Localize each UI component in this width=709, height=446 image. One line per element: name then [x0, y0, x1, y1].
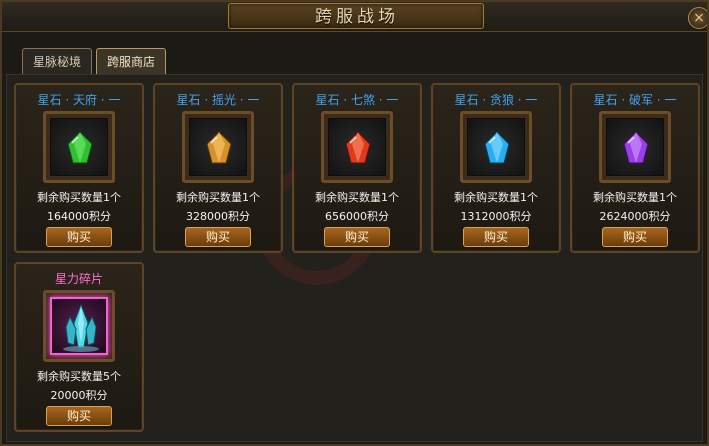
blue-gem-icon [484, 131, 510, 164]
shop-item-card: 星石 · 天府 · 一 剩余购买数量1个 164000积分 购买 [14, 83, 144, 253]
shop-item-card: 星力碎片 剩余购买数量5个 20000积分 购买 [14, 262, 144, 432]
item-icon-frame[interactable] [599, 111, 671, 183]
shop-item-card: 星石 · 破军 · 一 剩余购买数量1个 2624000积分 购买 [570, 83, 700, 253]
item-price: 164000积分 [47, 210, 111, 223]
tab-cross-server-shop[interactable]: 跨服商店 [96, 48, 166, 74]
buy-button[interactable]: 购买 [463, 227, 529, 247]
close-icon: × [693, 10, 705, 26]
item-name: 星力碎片 [54, 272, 103, 286]
buy-button[interactable]: 购买 [185, 227, 251, 247]
green-gem-icon [67, 131, 93, 164]
crystal-fragment-icon [63, 303, 99, 352]
shop-item-card: 星石 · 贪狼 · 一 剩余购买数量1个 1312000积分 购买 [431, 83, 561, 253]
title-bar: 跨服战场 × [2, 2, 707, 32]
item-price: 20000积分 [50, 389, 108, 402]
buy-button[interactable]: 购买 [602, 227, 668, 247]
buy-button[interactable]: 购买 [46, 406, 112, 426]
buy-button[interactable]: 购买 [46, 227, 112, 247]
item-price: 656000积分 [325, 210, 389, 223]
shop-item-card: 星石 · 七煞 · 一 剩余购买数量1个 656000积分 购买 [292, 83, 422, 253]
item-icon-frame[interactable] [460, 111, 532, 183]
buy-button[interactable]: 购买 [324, 227, 390, 247]
item-name: 星石 · 摇光 · 一 [176, 93, 260, 107]
item-price: 328000积分 [186, 210, 250, 223]
purple-gem-icon [623, 131, 649, 164]
red-gem-icon [345, 131, 371, 164]
shop-item-card: 星石 · 摇光 · 一 剩余购买数量1个 328000积分 购买 [153, 83, 283, 253]
remaining-quantity: 剩余购买数量1个 [37, 191, 121, 204]
remaining-quantity: 剩余购买数量1个 [176, 191, 260, 204]
orange-gem-icon [206, 131, 232, 164]
shop-content-panel: 星石 · 天府 · 一 剩余购买数量1个 164000积分 购买 星石 · 摇光… [6, 74, 703, 442]
window-title: 跨服战场 [315, 7, 399, 27]
remaining-quantity: 剩余购买数量1个 [315, 191, 399, 204]
title-plaque: 跨服战场 [228, 3, 484, 29]
item-icon-frame[interactable] [43, 290, 115, 362]
remaining-quantity: 剩余购买数量1个 [454, 191, 538, 204]
tab-star-vein-secret-realm[interactable]: 星脉秘境 [22, 48, 92, 74]
cross-server-battlefield-window: 跨服战场 × 星脉秘境 跨服商店 星石 · 天府 · 一 剩余购买数量1个 16… [0, 0, 709, 446]
item-name: 星石 · 贪狼 · 一 [454, 93, 538, 107]
item-icon-frame[interactable] [182, 111, 254, 183]
item-price: 2624000积分 [599, 210, 671, 223]
item-icon-frame[interactable] [321, 111, 393, 183]
remaining-quantity: 剩余购买数量1个 [593, 191, 677, 204]
item-name: 星石 · 破军 · 一 [593, 93, 677, 107]
item-price: 1312000积分 [460, 210, 532, 223]
item-name: 星石 · 七煞 · 一 [315, 93, 399, 107]
item-name: 星石 · 天府 · 一 [37, 93, 121, 107]
close-button[interactable]: × [688, 7, 707, 29]
remaining-quantity: 剩余购买数量5个 [37, 370, 121, 383]
item-icon-frame[interactable] [43, 111, 115, 183]
